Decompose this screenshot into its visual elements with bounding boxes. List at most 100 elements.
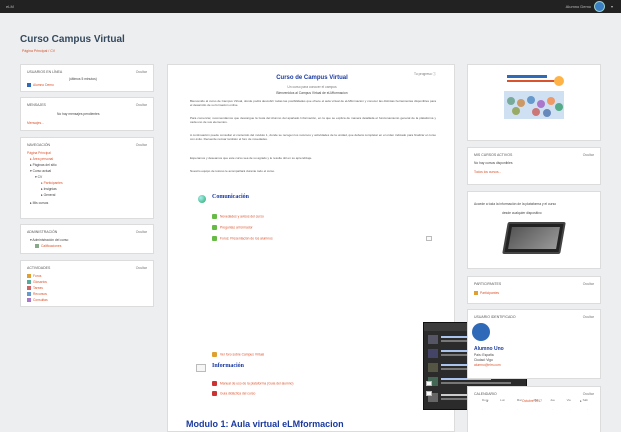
completion-checkbox[interactable] <box>426 236 432 241</box>
page-title: Curso Campus Virtual <box>20 34 125 45</box>
hide-block-link[interactable]: Ocultar <box>136 266 147 270</box>
participants-link[interactable]: Participantes <box>474 291 499 296</box>
chevron-down-icon[interactable]: ▾ <box>611 4 613 9</box>
intro-paragraph: Bienvenido al curso de Campus Virtual, d… <box>190 99 436 108</box>
nav-item-my-courses[interactable]: ▸ Mis cursos <box>30 201 48 205</box>
logged-user-block: USUARIO IDENTIFICADO Ocultar Alumno Uno … <box>467 309 601 379</box>
administration-block: ADMINISTRACIÓN Ocultar ▾ Administración … <box>20 224 154 254</box>
block-header: MIS CURSOS ACTIVOS <box>474 153 513 157</box>
completion-checkbox[interactable] <box>426 391 432 396</box>
block-header: NAVEGACIÓN <box>27 143 51 147</box>
calendar-week: · · · · · · · <box>482 407 588 411</box>
messages-empty-text: No hay mensajes pendientes <box>57 112 100 116</box>
user-menu-name[interactable]: Alumno Demo <box>566 4 591 9</box>
block-header: ACTIVIDADES <box>27 266 51 270</box>
weekday-label: Dom <box>482 398 489 402</box>
nav-item-home[interactable]: Página Principal <box>27 151 51 155</box>
my-courses-block: MIS CURSOS ACTIVOS Ocultar No hay cursos… <box>467 147 601 185</box>
hide-block-link[interactable]: Ocultar <box>136 230 147 234</box>
activity-forums[interactable]: Foros <box>27 274 41 279</box>
messages-link[interactable]: Mensajes... <box>27 121 44 125</box>
activity-choices[interactable]: Consultas <box>27 298 48 303</box>
resource-icon <box>27 292 31 297</box>
nav-item-general[interactable]: ▸ General <box>41 193 55 197</box>
block-header: MENSAJES <box>27 103 46 107</box>
assignment-icon <box>27 286 31 291</box>
admin-course-item[interactable]: ▾ Administración del curso <box>30 238 68 242</box>
globe-icon <box>198 195 206 203</box>
nav-item-site-pages[interactable]: ▸ Páginas del sitio <box>30 163 57 167</box>
admin-grades-item[interactable]: Calificaciones <box>35 244 61 249</box>
resource-link[interactable]: Guía didáctica del curso <box>212 391 255 396</box>
all-courses-link[interactable]: Todos los cursos... <box>474 170 501 174</box>
pdf-icon <box>212 381 217 386</box>
nav-item-badges[interactable]: ▸ Insignias <box>41 187 57 191</box>
user-email[interactable]: alumno@elm.com <box>474 363 501 367</box>
weekday-label: Jue <box>550 398 555 402</box>
glossary-icon <box>27 280 31 285</box>
nav-item-participants[interactable]: ▸ Participantes <box>41 181 63 185</box>
choice-icon <box>27 298 31 303</box>
navigation-block: NAVEGACIÓN Ocultar Página Principal ▸ Ár… <box>20 137 154 219</box>
hide-block-link[interactable]: Ocultar <box>136 103 147 107</box>
section-toggle-box[interactable] <box>196 364 206 372</box>
forum-icon <box>212 214 217 219</box>
closing-paragraph: Nuestro equipo de tutores le acompañará … <box>190 169 276 173</box>
users-icon <box>474 291 478 296</box>
weekday-label: Mar <box>516 398 522 402</box>
hide-block-link[interactable]: Ocultar <box>583 282 594 286</box>
breadcrumb: Página Principal / CV <box>22 49 55 53</box>
activity-glossaries[interactable]: Glosarios <box>27 280 47 285</box>
no-courses-text: No hay cursos disponibles <box>474 161 513 165</box>
online-window-text: (últimos 5 minutos) <box>69 77 97 81</box>
hide-block-link[interactable]: Ocultar <box>583 315 594 319</box>
block-header: USUARIO IDENTIFICADO <box>474 315 516 319</box>
weekday-label: Sáb <box>582 398 588 402</box>
hide-block-link[interactable]: Ocultar <box>583 392 594 396</box>
nav-item-current-course[interactable]: ▾ Curso actual <box>30 169 51 173</box>
hide-block-link[interactable]: Ocultar <box>583 153 594 157</box>
messages-block: MENSAJES Ocultar No hay mensajes pendien… <box>20 97 154 131</box>
user-fullname[interactable]: Alumno Uno <box>474 346 504 352</box>
activity-assignments[interactable]: Tareas <box>27 286 43 291</box>
intro-paragraph: Esperamos y deseamos que este curso sea … <box>190 156 313 160</box>
user-city: Ciudad: Vigo <box>474 358 493 362</box>
calendar-grid: Dom Lun Mar Mié Jue Vie Sáb · · · · · · · <box>482 398 588 416</box>
calendar-weekdays: Dom Lun Mar Mié Jue Vie Sáb <box>482 398 588 402</box>
block-header: CALENDARIO <box>474 392 497 396</box>
user-avatar[interactable] <box>594 1 605 12</box>
top-navbar: eLM Alumno Demo ▾ <box>0 0 621 13</box>
pdf-icon <box>212 391 217 396</box>
participants-block: PARTICIPANTES Ocultar Participantes <box>467 276 601 304</box>
activity-link[interactable]: Novedades y avisos del curso <box>212 214 264 219</box>
nav-item-dashboard[interactable]: ▸ Área personal <box>30 157 53 161</box>
site-brand[interactable]: eLM <box>6 4 14 9</box>
user-icon <box>27 83 31 88</box>
user-avatar[interactable] <box>472 323 490 341</box>
course-content: Tu progreso ⓘ Curso de Campus Virtual Un… <box>167 64 528 432</box>
banner-block <box>467 64 601 141</box>
course-subtitle: Un curso para conocer el campus <box>287 85 337 89</box>
hide-block-link[interactable]: Ocultar <box>136 70 147 74</box>
nav-item-course[interactable]: ▾ CV <box>35 175 42 179</box>
intro-paragraph: Para comenzar, recomendamos que descargu… <box>190 116 436 125</box>
block-header: PARTICIPANTES <box>474 282 502 286</box>
section-information: Información <box>212 363 244 369</box>
welcome-line: Bienvenidos al Campus Virtual de eLMform… <box>276 91 348 95</box>
block-header: ADMINISTRACIÓN <box>27 230 58 234</box>
completion-checkbox[interactable] <box>426 381 432 386</box>
online-user-link[interactable]: Alumno Demo <box>27 83 54 88</box>
forum-icon <box>212 236 217 241</box>
breadcrumb-link[interactable]: Página Principal / CV <box>22 49 55 53</box>
activity-link[interactable]: Foros: Presentación de los alumnos <box>212 236 273 241</box>
weekday-label: Lun <box>500 398 506 402</box>
activity-resources[interactable]: Recursos <box>27 292 47 297</box>
intro-paragraph: A continuación puede consultar el conten… <box>190 133 436 142</box>
forum-icon <box>212 225 217 230</box>
activity-link[interactable]: Preguntas al formador <box>212 225 253 230</box>
resource-link[interactable]: Manual de uso de la plataforma (Guía del… <box>212 381 294 386</box>
campus-banner-image <box>504 74 564 119</box>
hide-block-link[interactable]: Ocultar <box>136 143 147 147</box>
activity-link[interactable]: Ver foro sobre Campus Virtual <box>212 352 264 357</box>
section-communication: Comunicación <box>212 194 250 200</box>
